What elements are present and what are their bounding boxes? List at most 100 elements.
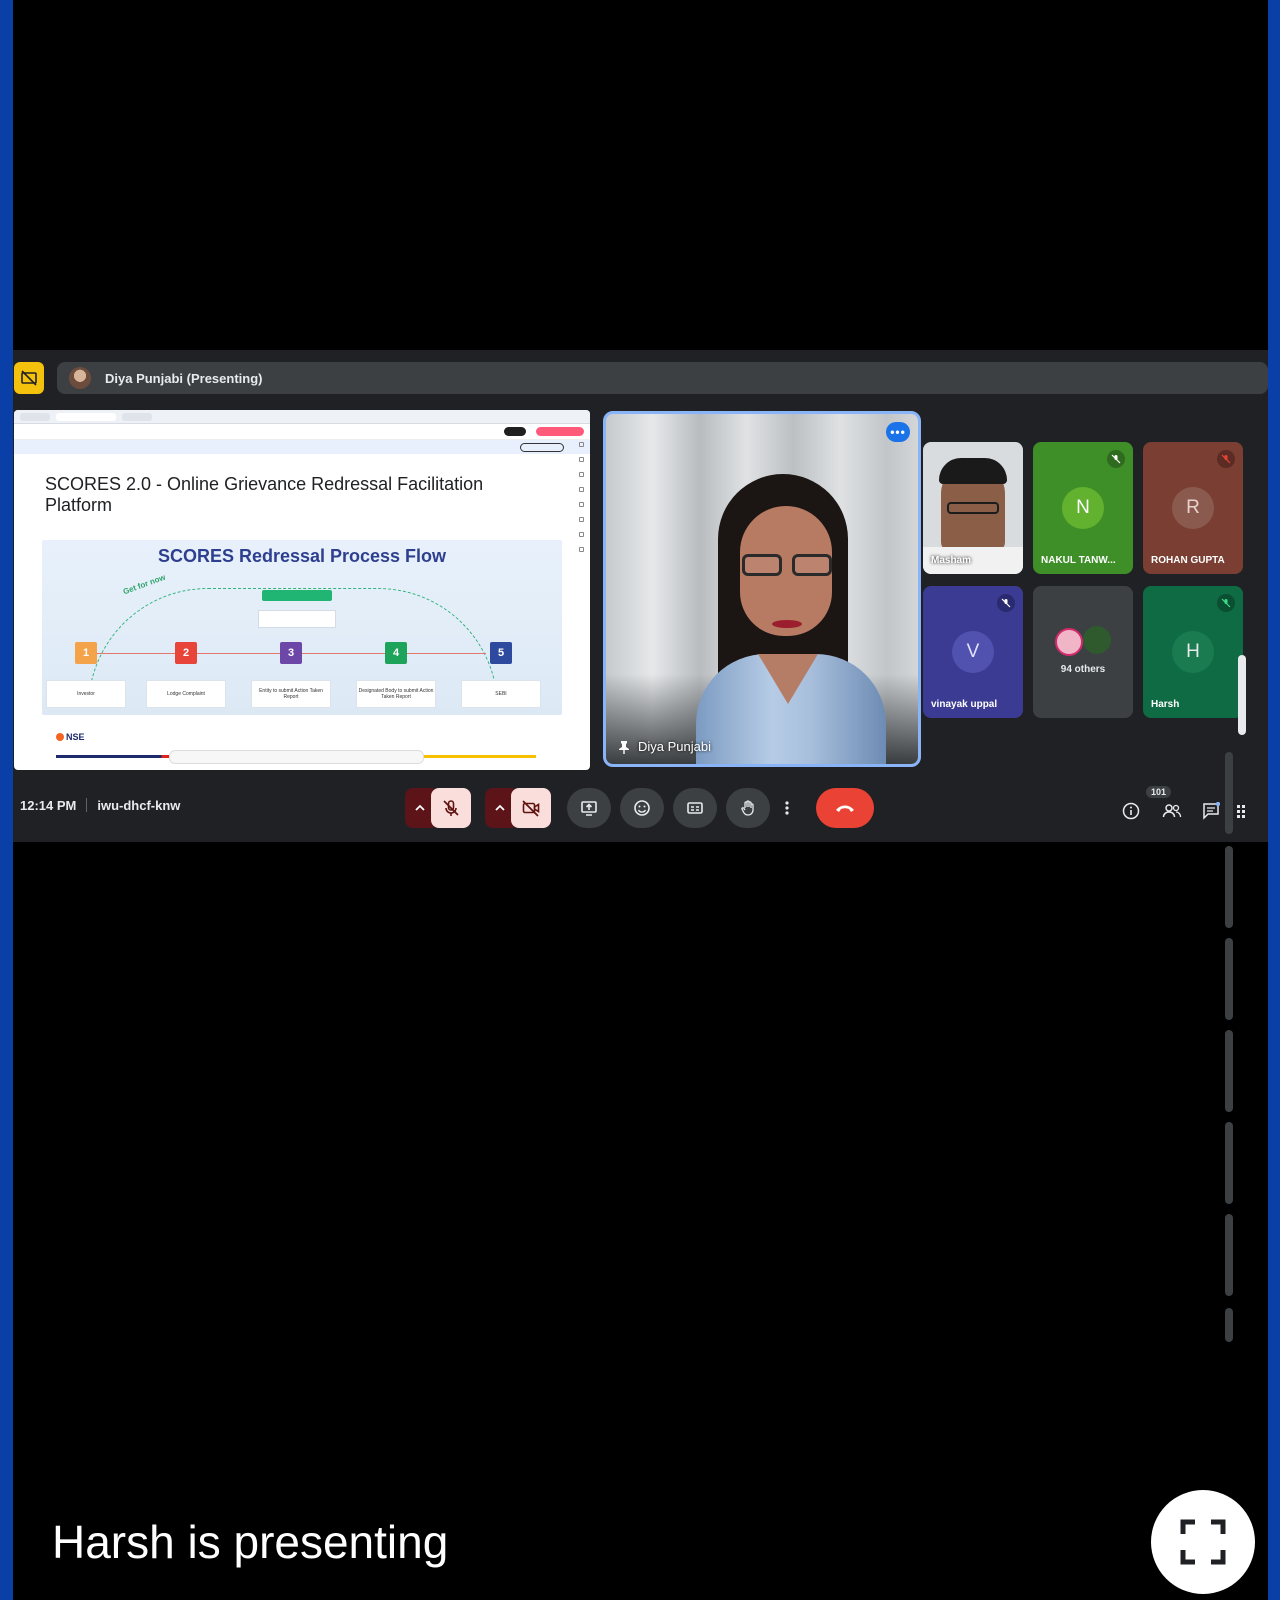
participant-tile-vinayak[interactable]: V vinayak uppal <box>923 586 1023 718</box>
participants-scrollbar[interactable] <box>1238 655 1246 735</box>
scroll-rail-segment <box>1225 752 1233 834</box>
meeting-details-button[interactable] <box>1120 800 1142 822</box>
camera-off-icon <box>522 800 540 817</box>
step-label-5: SEBI <box>461 680 541 708</box>
step-marker-4: 4 <box>385 642 407 664</box>
clock: 12:14 PM <box>20 798 77 813</box>
control-bar: 12:14 PM iwu-dhcf-knw 101 <box>13 770 1268 842</box>
scroll-rail-segment <box>1225 1122 1233 1204</box>
step-label-1: Investor <box>46 680 126 708</box>
nse-logo: NSE <box>56 732 85 742</box>
left-frame-border <box>0 0 13 1600</box>
chat-button[interactable] <box>1200 800 1222 822</box>
emoji-icon <box>634 800 650 816</box>
participant-name: Masham <box>931 555 972 566</box>
participant-tile-nakul[interactable]: N NAKUL TANW... <box>1033 442 1133 574</box>
step-marker-3: 3 <box>280 642 302 664</box>
participant-name: NAKUL TANW... <box>1041 555 1116 566</box>
captions-icon <box>687 802 703 814</box>
leave-call-button[interactable] <box>816 788 874 828</box>
diagram-title: SCORES Redressal Process Flow <box>157 546 447 566</box>
avatar <box>69 367 91 389</box>
others-count: 94 others <box>1060 664 1106 675</box>
avatar <box>1083 626 1111 654</box>
presenting-status-text: Harsh is presenting <box>52 1516 449 1568</box>
right-frame-border <box>1268 0 1280 1600</box>
ask-button <box>536 427 584 436</box>
apps-grid-icon <box>1237 805 1245 818</box>
participant-tile-others[interactable]: 94 others <box>1033 586 1133 718</box>
more-options-button[interactable] <box>777 788 797 828</box>
people-icon <box>1162 804 1182 818</box>
step-marker-2: 2 <box>175 642 197 664</box>
mic-off-icon <box>443 800 459 816</box>
participant-tile-rohan[interactable]: R ROHAN GUPTA <box>1143 442 1243 574</box>
meet-window: Diya Punjabi (Presenting) SCORES 2.0 - O… <box>13 350 1268 842</box>
people-button[interactable] <box>1161 800 1183 822</box>
activities-button[interactable] <box>1235 800 1247 822</box>
fullscreen-icon <box>1180 1519 1226 1565</box>
captions-button[interactable] <box>673 788 717 828</box>
presenter-pill[interactable]: Diya Punjabi (Presenting) <box>57 362 1268 394</box>
mic-off-icon <box>1217 594 1235 612</box>
chevron-up-icon <box>495 804 505 811</box>
scroll-rail-segment <box>1225 938 1233 1020</box>
step-label-2: Lodge Complaint <box>146 680 226 708</box>
speaker-tile[interactable]: ••• Diya Punjabi <box>603 411 921 767</box>
presentation-toggle-button[interactable] <box>14 362 44 394</box>
fullscreen-button[interactable] <box>1151 1490 1255 1594</box>
pin-icon <box>619 740 629 754</box>
shared-screen[interactable]: SCORES 2.0 - Online Grievance Redressal … <box>14 410 590 770</box>
mic-off-icon <box>1217 450 1235 468</box>
process-flow-diagram: SCORES Redressal Process Flow Get for no… <box>42 540 562 715</box>
step-marker-1: 1 <box>75 642 97 664</box>
notice-bar <box>14 440 590 454</box>
meeting-code: iwu-dhcf-knw <box>97 798 181 813</box>
diagram-top-box <box>262 590 332 601</box>
avatar: V <box>952 631 994 673</box>
mic-toggle-button[interactable] <box>431 788 471 828</box>
scroll-rail-segment <box>1225 1030 1233 1112</box>
arc-label: Get for now <box>121 572 167 597</box>
step-marker-5: 5 <box>490 642 512 664</box>
presentation-off-icon <box>21 370 37 386</box>
avatar <box>1055 628 1083 656</box>
avatar: R <box>1172 487 1214 529</box>
notice-button <box>520 442 564 452</box>
step-label-4: Designated Body to submit Action Taken R… <box>356 680 436 708</box>
mic-off-icon <box>997 594 1015 612</box>
participant-name: Harsh <box>1151 699 1180 710</box>
slide-title: SCORES 2.0 - Online Grievance Redressal … <box>45 474 484 515</box>
present-icon <box>581 801 597 816</box>
chevron-up-icon <box>415 804 425 811</box>
step-label-3: Entity to submit Action Taken Report <box>251 680 331 708</box>
side-toolbar <box>576 442 586 762</box>
ask-input-bar <box>169 750 424 764</box>
participant-tile-harsh[interactable]: H Harsh <box>1143 586 1243 718</box>
scroll-rail-segment <box>1225 1214 1233 1296</box>
diagram-note <box>258 610 336 628</box>
mic-off-icon <box>1107 450 1125 468</box>
browser-menu-bar <box>14 424 590 440</box>
camera-toggle-button[interactable] <box>511 788 551 828</box>
presenting-bar: Diya Punjabi (Presenting) <box>13 358 1268 398</box>
people-count-badge: 101 <box>1146 786 1172 798</box>
browser-tab-strip <box>14 410 590 424</box>
scroll-rail-segment <box>1225 846 1233 928</box>
avatar: N <box>1062 487 1104 529</box>
reactions-button[interactable] <box>620 788 664 828</box>
glasses <box>947 502 999 514</box>
participant-name: ROHAN GUPTA <box>1151 555 1225 566</box>
chat-icon <box>1203 802 1220 820</box>
info-icon <box>1122 802 1140 820</box>
present-screen-button[interactable] <box>567 788 611 828</box>
scroll-rail-segment <box>1225 1308 1233 1342</box>
speaker-name: Diya Punjabi <box>638 739 711 754</box>
share-button <box>504 427 526 436</box>
participant-tile-masham[interactable]: Masham <box>923 442 1023 574</box>
more-vert-icon <box>785 801 789 815</box>
tile-more-options-button[interactable]: ••• <box>886 422 910 442</box>
raise-hand-button[interactable] <box>726 788 770 828</box>
participant-name: vinayak uppal <box>931 699 998 710</box>
avatar: H <box>1172 631 1214 673</box>
